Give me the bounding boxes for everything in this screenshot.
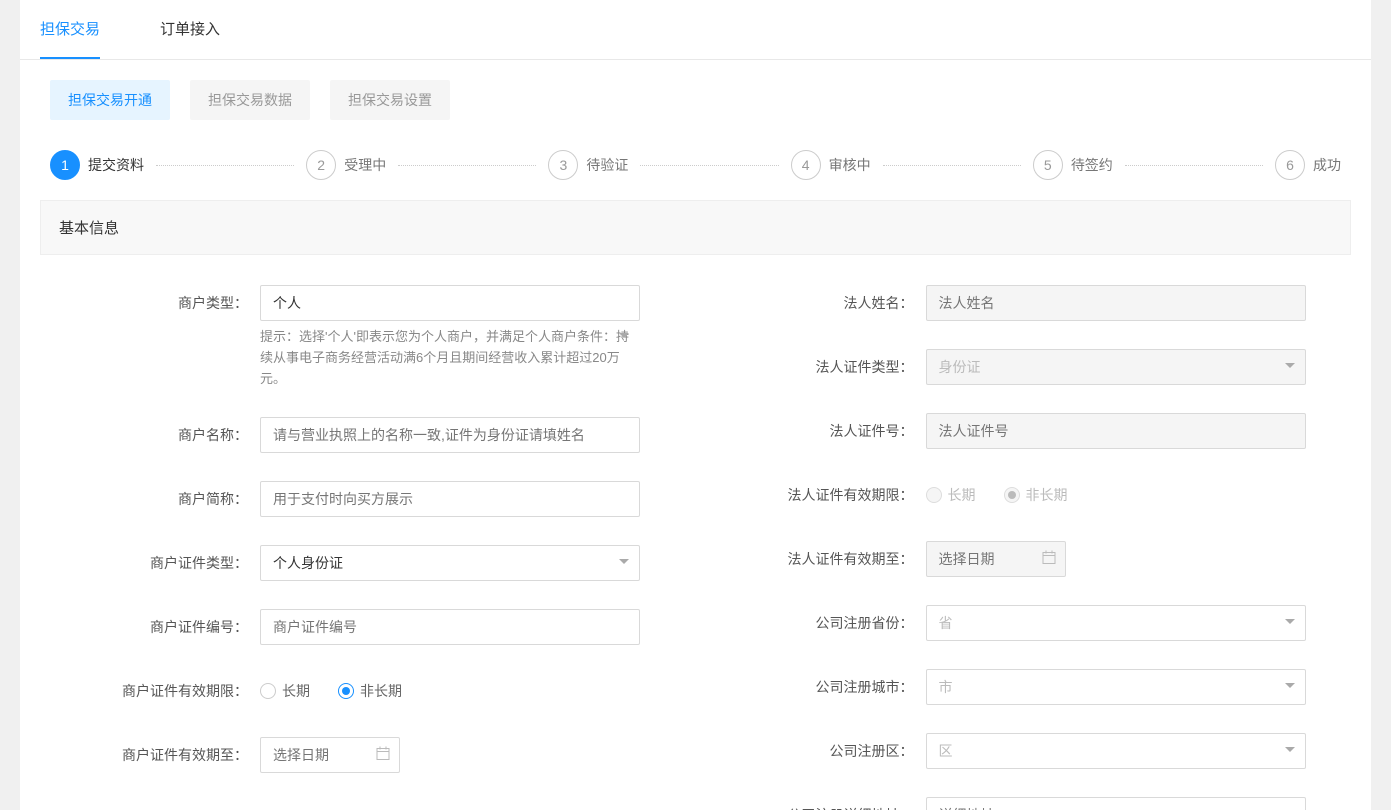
- step-5: 5待签约: [1033, 150, 1113, 180]
- input-address[interactable]: [926, 797, 1306, 810]
- radio-merchant-not-longterm[interactable]: 非长期: [338, 681, 402, 701]
- label-province: 公司注册省份：: [706, 605, 926, 641]
- label-legal-cert-type: 法人证件类型：: [706, 349, 926, 385]
- label-city: 公司注册城市：: [706, 669, 926, 705]
- label-legal-cert-valid-until: 法人证件有效期至：: [706, 541, 926, 577]
- input-merchant-cert-date[interactable]: [260, 737, 400, 773]
- steps-bar: 1提交资料 2受理中 3待验证 4审核中 5待签约 6成功: [40, 130, 1351, 200]
- input-legal-name: [926, 285, 1306, 321]
- subtab-open[interactable]: 担保交易开通: [50, 80, 170, 120]
- label-merchant-cert-valid-term: 商户证件有效期限：: [40, 673, 260, 709]
- input-legal-cert-date: [926, 541, 1066, 577]
- subtab-settings[interactable]: 担保交易设置: [330, 80, 450, 120]
- label-merchant-name: 商户名称：: [40, 417, 260, 453]
- label-legal-cert-no: 法人证件号：: [706, 413, 926, 449]
- label-district: 公司注册区：: [706, 733, 926, 769]
- step-4: 4审核中: [791, 150, 871, 180]
- step-2: 2受理中: [306, 150, 386, 180]
- form-col-right: 法人姓名： 法人证件类型： 身份证 法人证件号：: [706, 285, 1352, 810]
- select-merchant-cert-type[interactable]: 个人身份证: [260, 545, 640, 581]
- input-merchant-short[interactable]: [260, 481, 640, 517]
- step-6: 6成功: [1275, 150, 1341, 180]
- step-3: 3待验证: [548, 150, 628, 180]
- sub-tabs: 担保交易开通 担保交易数据 担保交易设置: [20, 80, 1371, 130]
- select-merchant-type[interactable]: 个人: [260, 285, 640, 321]
- input-merchant-name[interactable]: [260, 417, 640, 453]
- select-legal-cert-type: 身份证: [926, 349, 1306, 385]
- step-1: 1提交资料: [50, 150, 144, 180]
- label-legal-name: 法人姓名：: [706, 285, 926, 321]
- form-scroll-area[interactable]: 1提交资料 2受理中 3待验证 4审核中 5待签约 6成功 基本信息 商户类型：: [20, 130, 1371, 810]
- select-city[interactable]: 市: [926, 669, 1306, 705]
- label-merchant-cert-no: 商户证件编号：: [40, 609, 260, 645]
- label-merchant-cert-type: 商户证件类型：: [40, 545, 260, 581]
- subtab-data[interactable]: 担保交易数据: [190, 80, 310, 120]
- label-merchant-cert-valid-until: 商户证件有效期至：: [40, 737, 260, 773]
- section-basic-info: 基本信息: [40, 200, 1351, 255]
- top-tabs: 担保交易 订单接入: [20, 0, 1371, 60]
- form-col-left: 商户类型： 个人 提示：选择'个人'即表示您为个人商户，并满足个人商户条件：持续…: [40, 285, 686, 810]
- radio-legal-longterm: 长期: [926, 485, 976, 505]
- label-merchant-short: 商户简称：: [40, 481, 260, 517]
- label-address: 公司注册详细地址：: [706, 797, 926, 810]
- label-merchant-type: 商户类型：: [40, 285, 260, 321]
- tab-order-access[interactable]: 订单接入: [160, 0, 220, 59]
- label-legal-cert-valid-term: 法人证件有效期限：: [706, 477, 926, 513]
- input-merchant-cert-no[interactable]: [260, 609, 640, 645]
- radio-merchant-longterm[interactable]: 长期: [260, 681, 310, 701]
- input-legal-cert-no: [926, 413, 1306, 449]
- hint-merchant-type: 提示：选择'个人'即表示您为个人商户，并满足个人商户条件：持续从事电子商务经营活…: [260, 327, 640, 389]
- tab-escrow[interactable]: 担保交易: [40, 0, 100, 59]
- radio-legal-not-longterm: 非长期: [1004, 485, 1068, 505]
- select-district[interactable]: 区: [926, 733, 1306, 769]
- select-province[interactable]: 省: [926, 605, 1306, 641]
